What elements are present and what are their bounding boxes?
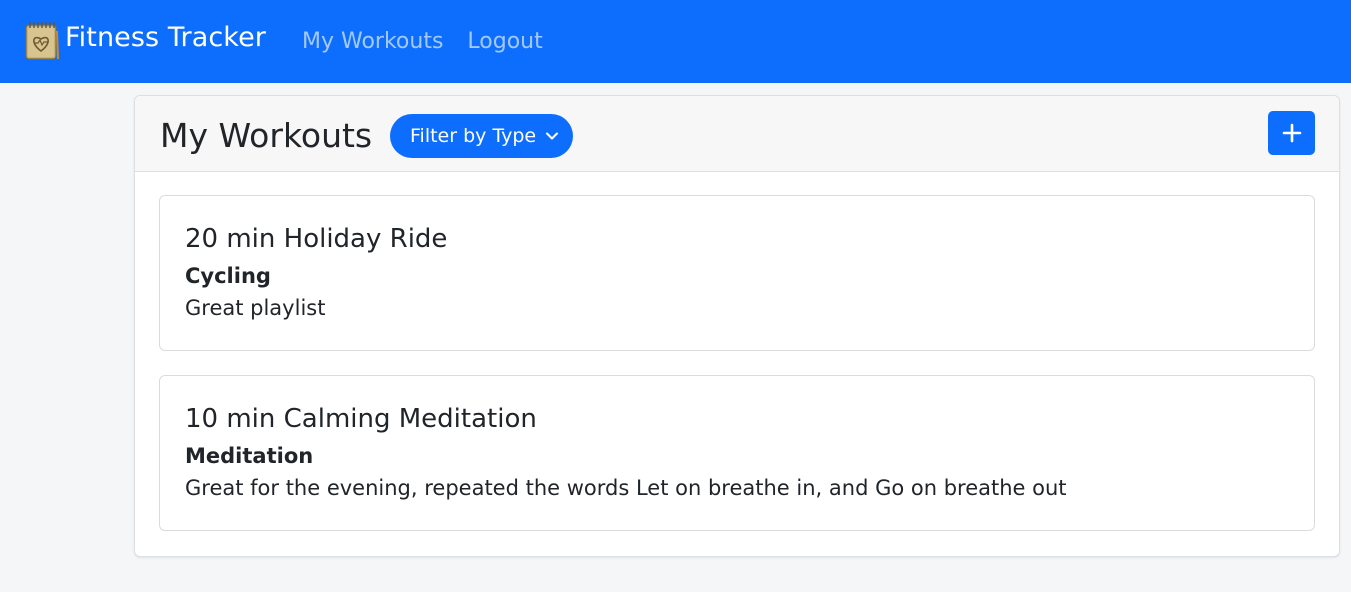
nav-link-logout[interactable]: Logout: [467, 29, 542, 54]
workout-title: 10 min Calming Meditation: [185, 404, 537, 434]
nav-link-my-workouts[interactable]: My Workouts: [302, 29, 443, 54]
workout-card[interactable]: 20 min Holiday Ride Cycling Great playli…: [159, 195, 1315, 351]
add-workout-button[interactable]: [1268, 111, 1315, 155]
brand-name[interactable]: Fitness Tracker: [65, 22, 266, 53]
workout-type: Meditation: [185, 444, 314, 468]
card-header: My Workouts Filter by Type: [135, 96, 1339, 172]
workout-notes: Great playlist: [185, 296, 326, 320]
workouts-card: My Workouts Filter by Type 20 min Holida…: [134, 95, 1340, 557]
workout-notes: Great for the evening, repeated the word…: [185, 476, 1067, 500]
workout-type: Cycling: [185, 264, 271, 288]
notebook-heart-icon: [25, 21, 59, 60]
page-title: My Workouts: [160, 116, 373, 155]
workout-card[interactable]: 10 min Calming Meditation Meditation Gre…: [159, 375, 1315, 531]
filter-label: Filter by Type: [410, 125, 537, 147]
brand[interactable]: Fitness Tracker: [24, 0, 266, 83]
workout-title: 20 min Holiday Ride: [185, 224, 448, 254]
chevron-down-icon: [546, 132, 558, 140]
filter-by-type-dropdown[interactable]: Filter by Type: [390, 114, 573, 158]
navbar: Fitness Tracker My Workouts Logout: [0, 0, 1351, 83]
plus-icon: [1282, 123, 1301, 143]
